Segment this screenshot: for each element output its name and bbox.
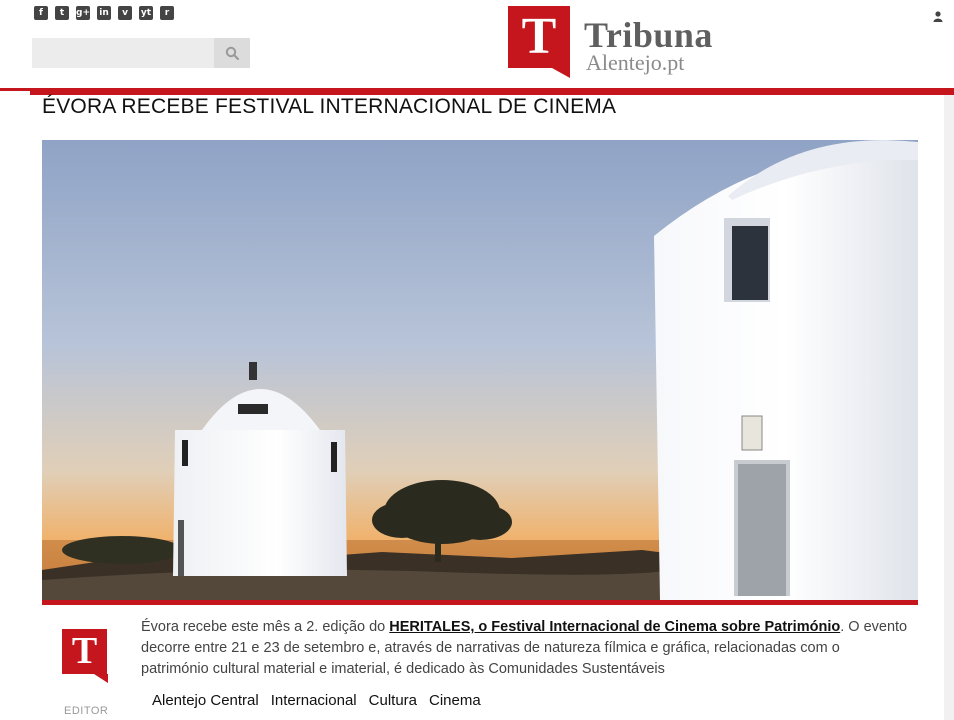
- image-accent-bar: [42, 600, 918, 605]
- article-tags: Alentejo Central Internacional Cultura C…: [146, 690, 487, 711]
- linkedin-icon[interactable]: in: [97, 6, 111, 20]
- google-plus-icon[interactable]: g+: [76, 6, 90, 20]
- user-icon[interactable]: [933, 9, 943, 27]
- logo-text: Tribuna Alentejo.pt: [584, 15, 713, 75]
- logo-mark: T: [508, 6, 570, 78]
- tag-cinema[interactable]: Cinema: [423, 690, 487, 711]
- tag-internacional[interactable]: Internacional: [265, 690, 363, 711]
- rss-icon[interactable]: r: [160, 6, 174, 20]
- site-logo[interactable]: T Tribuna Alentejo.pt: [508, 6, 713, 78]
- body-intro: Évora recebe este mês a 2. edição do: [141, 619, 390, 635]
- tag-cultura[interactable]: Cultura: [363, 690, 423, 711]
- search-bar: [32, 38, 250, 68]
- search-icon: [225, 46, 239, 60]
- twitter-icon[interactable]: t: [55, 6, 69, 20]
- author-label[interactable]: EDITOR: [64, 705, 108, 717]
- logo-line1: Tribuna: [584, 15, 713, 55]
- right-gutter: [944, 95, 954, 720]
- logo-line2: Alentejo.pt: [586, 50, 685, 75]
- vimeo-icon[interactable]: v: [118, 6, 132, 20]
- heritales-link[interactable]: HERITALES, o Festival Internacional de C…: [389, 619, 840, 635]
- youtube-icon[interactable]: yt: [139, 6, 153, 20]
- facebook-icon[interactable]: f: [34, 6, 48, 20]
- social-icons: f t g+ in v yt r: [34, 6, 174, 20]
- article-title: ÉVORA RECEBE FESTIVAL INTERNACIONAL DE C…: [42, 95, 617, 118]
- search-input[interactable]: [32, 38, 214, 68]
- search-button[interactable]: [214, 38, 250, 68]
- article-body: Évora recebe este mês a 2. edição do HER…: [141, 617, 911, 680]
- tag-alentejo-central[interactable]: Alentejo Central: [146, 690, 265, 711]
- author-avatar[interactable]: T: [62, 629, 108, 683]
- article-image[interactable]: [42, 140, 918, 600]
